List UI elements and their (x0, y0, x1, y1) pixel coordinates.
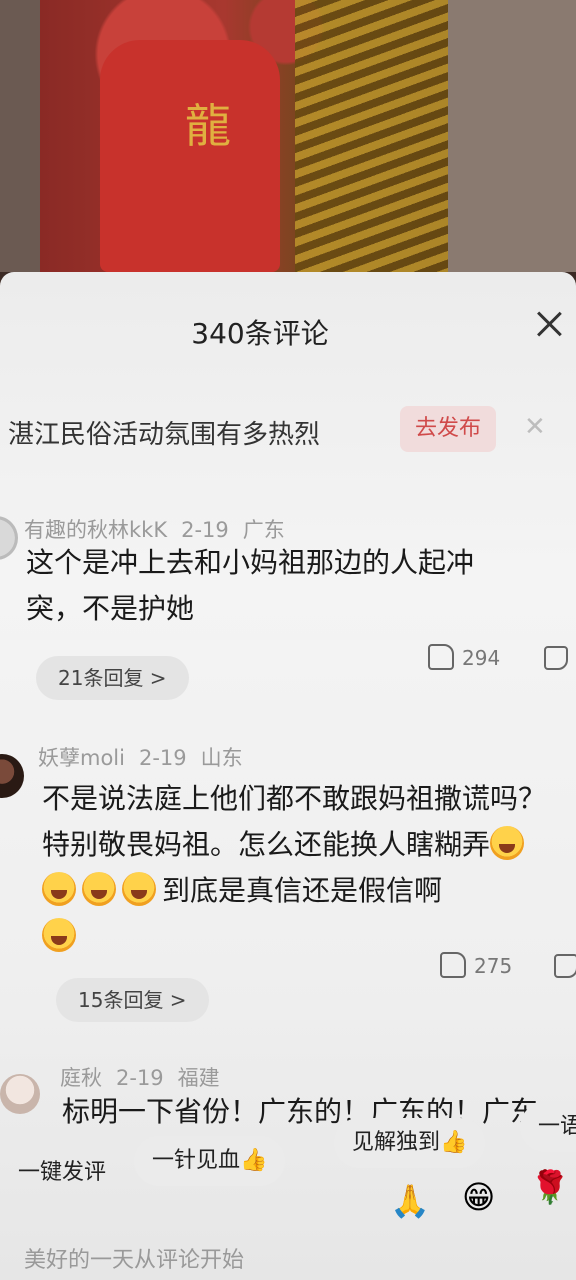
video-frame-right (448, 0, 576, 272)
comment-input-placeholder: 美好的一天从评论开始 (24, 1248, 245, 1273)
video-preview[interactable]: 龍 (0, 0, 576, 272)
thumbs-down-icon[interactable] (554, 954, 576, 978)
comment-location: 福建 (177, 1066, 220, 1090)
comment-user[interactable]: 妖孽moli (38, 746, 125, 770)
avatar[interactable] (0, 1074, 40, 1114)
like-count: 275 (474, 954, 513, 978)
replies-button[interactable]: 21条回复 > (36, 656, 189, 700)
comment-meta: 庭秋 2-19 福建 (60, 1062, 234, 1092)
topic-close-icon[interactable]: ✕ (524, 412, 546, 442)
comment-text-part2: 到底是真信还是假信啊 (162, 874, 443, 907)
like-button[interactable]: 294 (428, 644, 500, 670)
laugh-cry-emoji-icon (42, 918, 76, 952)
quick-reply-chip[interactable]: 见解独到👍 (334, 1118, 486, 1168)
dragon-emblem-icon: 龍 (185, 99, 231, 153)
comment-date: 2-19 (116, 1066, 164, 1090)
comment-item: 有趣的秋林kkK 2-19 广东 这个是冲上去和小妈祖那边的人起冲突，不是护她 29… (0, 508, 576, 708)
quick-reply-chip[interactable]: 一语 (520, 1102, 576, 1152)
comment-count-title: 340条评论 (191, 317, 329, 350)
comment-user[interactable]: 庭秋 (60, 1066, 102, 1090)
comment-date: 2-19 (181, 518, 229, 542)
pray-emoji-icon[interactable]: 🙏 (390, 1182, 430, 1220)
comment-text: 这个是冲上去和小妈祖那边的人起冲突，不是护她 (26, 546, 475, 625)
comment-text: 不是说法庭上他们都不敢跟妈祖撒谎吗？特别敬畏妈祖。怎么还能换人瞎糊弄到底是真信还… (42, 776, 562, 960)
avatar[interactable] (0, 516, 18, 560)
emoji-reaction-row: 🙏 😁 🌹 (0, 1168, 576, 1232)
like-count: 294 (462, 646, 501, 670)
quick-reply-row: 一键发评 一针见血👍 见解独到👍 一语 (0, 1102, 576, 1186)
replies-button[interactable]: 15条回复 > (56, 978, 209, 1022)
laugh-cry-emoji-icon (82, 872, 116, 906)
rose-emoji-icon[interactable]: 🌹 (530, 1168, 570, 1206)
comment-input[interactable]: 美好的一天从评论开始 (0, 1232, 576, 1280)
temple-sedan (295, 0, 455, 272)
grin-emoji-icon[interactable]: 😁 (462, 1178, 495, 1216)
comment-text-part1: 不是说法庭上他们都不敢跟妈祖撒谎吗？特别敬畏妈祖。怎么还能换人瞎糊弄 (42, 782, 547, 861)
publish-button[interactable]: 去发布 (400, 406, 496, 452)
video-frame-left (0, 0, 40, 272)
comment-item: 庭秋 2-19 福建 标明一下省份！广东的！广东的！广东 (0, 1058, 576, 1138)
close-icon[interactable] (534, 308, 564, 338)
comment-location: 广东 (242, 518, 285, 542)
thumbs-up-icon (428, 644, 454, 670)
comment-user[interactable]: 有趣的秋林kkK (24, 518, 167, 542)
comment-item: 妖孽moli 2-19 山东 不是说法庭上他们都不敢跟妈祖撒谎吗？特别敬畏妈祖。怎么… (0, 742, 576, 1032)
thumbs-up-icon (440, 952, 466, 978)
topic-bar[interactable]: 湛江民俗活动氛围有多热烈 去发布 ✕ (0, 396, 576, 462)
person-red-jacket (100, 40, 280, 272)
laugh-cry-emoji-icon (122, 872, 156, 906)
quick-reply-chip[interactable]: 一针见血👍 (134, 1136, 286, 1186)
comment-meta: 妖孽moli 2-19 山东 (38, 742, 257, 772)
laugh-cry-emoji-icon (490, 826, 525, 860)
like-button[interactable]: 275 (440, 952, 512, 978)
comment-text: 标明一下省份！广东的！广东的！广东 (62, 1095, 539, 1128)
avatar[interactable] (0, 754, 24, 798)
comment-sheet: 340条评论 湛江民俗活动氛围有多热烈 去发布 ✕ 有趣的秋林kkK 2-19 广东… (0, 272, 576, 1280)
comment-location: 山东 (200, 746, 243, 770)
laugh-cry-emoji-icon (42, 872, 76, 906)
comment-date: 2-19 (138, 746, 187, 770)
topic-text[interactable]: 湛江民俗活动氛围有多热烈 (8, 414, 320, 451)
thumbs-down-icon[interactable] (544, 646, 568, 670)
